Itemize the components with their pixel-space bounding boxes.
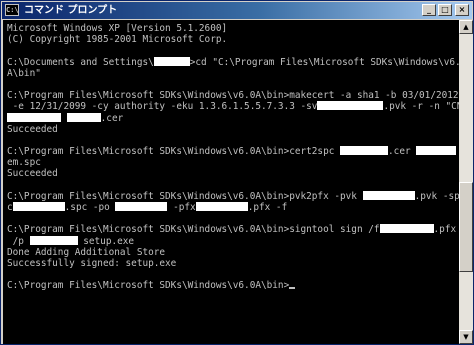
vertical-scrollbar[interactable]: ▲ ▼ <box>459 20 473 344</box>
redacted-password <box>29 235 78 245</box>
minimize-button[interactable]: _ <box>422 4 436 16</box>
redacted-filename <box>317 101 384 111</box>
redacted-filename <box>340 146 389 156</box>
scroll-up-arrow-icon[interactable]: ▲ <box>459 20 473 34</box>
title-bar[interactable]: C:\ コマンド プロンプト _ □ × <box>2 2 472 19</box>
redacted-filename <box>362 190 415 200</box>
redacted-cn <box>7 112 61 122</box>
console-line: Microsoft Windows XP [Version 5.1.2600] <box>7 23 228 34</box>
console-line: em.spc <box>7 157 41 169</box>
scrollbar-thumb[interactable] <box>459 182 473 272</box>
redacted-filename <box>416 146 457 156</box>
redacted-filename <box>195 202 248 211</box>
console-line: Done Adding Additional Store <box>7 246 166 258</box>
console-output[interactable]: Microsoft Windows XP [Version 5.1.2600] … <box>3 20 459 344</box>
console-line: Succeeded <box>7 168 58 180</box>
console-line: -e 12/31/2099 -cy authority -eku 1.3.6.1… <box>7 101 459 113</box>
maximize-button[interactable]: □ <box>438 4 452 16</box>
console-line: C:\Documents and Settings\ >cd "C:\Progra… <box>7 56 459 68</box>
redacted-filename <box>66 112 101 122</box>
console-line: (C) Copyright 1985-2001 Microsoft Corp. <box>7 34 228 46</box>
console-line: A\bin" <box>7 67 41 79</box>
console-line: Successfully signed: setup.exe <box>7 257 177 269</box>
console-line: .cer <box>7 112 459 124</box>
redacted-filename <box>12 202 65 211</box>
close-button[interactable]: × <box>455 4 469 16</box>
console-line: /p setup.exe <box>7 235 135 247</box>
console-line: C:\Program Files\Microsoft SDKs\Windows\… <box>7 224 457 236</box>
redacted-filename <box>379 224 434 234</box>
command-prompt-window: C:\ コマンド プロンプト _ □ × Microsoft Windows X… <box>0 0 474 345</box>
scroll-down-arrow-icon[interactable]: ▼ <box>459 330 473 344</box>
console-app-icon[interactable]: C:\ <box>5 4 19 16</box>
text-cursor <box>289 287 296 290</box>
console-prompt-line[interactable]: C:\Program Files\Microsoft SDKs\Windows\… <box>7 280 459 291</box>
console-line: C:\Program Files\Microsoft SDKs\Windows\… <box>7 146 459 157</box>
window-title: コマンド プロンプト <box>24 5 118 16</box>
redacted-password <box>115 202 168 211</box>
console-line: C:\Program Files\Microsoft SDKs\Windows\… <box>7 90 459 102</box>
console-line: c .spc -po -pfx .pfx -f <box>7 202 288 213</box>
redacted-username <box>153 56 190 66</box>
console-line: C:\Program Files\Microsoft SDKs\Windows\… <box>7 190 459 202</box>
console-line: Succeeded <box>7 123 58 135</box>
